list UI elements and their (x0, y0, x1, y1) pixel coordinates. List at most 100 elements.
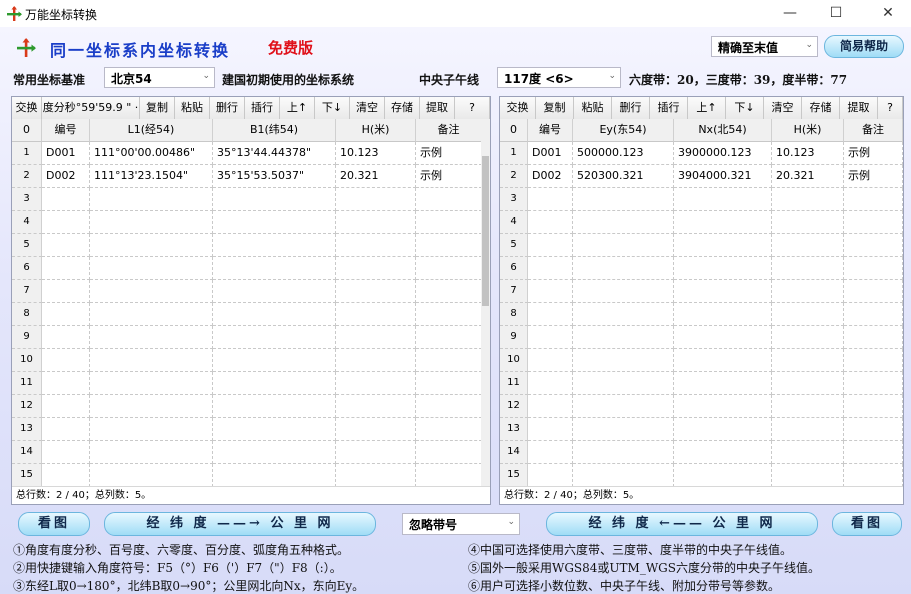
column-header[interactable]: 备注 (416, 119, 482, 142)
table-row[interactable]: 8 (500, 303, 903, 326)
table-row[interactable]: 3 (500, 188, 903, 211)
column-header[interactable]: L1(经54) (90, 119, 213, 142)
table-cell[interactable] (844, 280, 903, 303)
row-number[interactable]: 6 (500, 257, 528, 280)
table-cell[interactable] (772, 372, 844, 395)
table-cell[interactable] (844, 234, 903, 257)
right-tool-8[interactable]: 存储 (802, 97, 840, 119)
row-number[interactable]: 13 (12, 418, 42, 441)
table-cell[interactable] (42, 257, 90, 280)
table-cell[interactable] (674, 349, 772, 372)
left-tool-11[interactable]: ? (455, 97, 490, 119)
table-cell[interactable] (416, 257, 482, 280)
table-cell[interactable] (844, 349, 903, 372)
table-cell[interactable] (674, 326, 772, 349)
table-cell[interactable]: 111°00'00.00486" (90, 142, 213, 165)
table-cell[interactable] (90, 280, 213, 303)
table-cell[interactable] (416, 372, 482, 395)
table-cell[interactable] (213, 303, 336, 326)
table-cell[interactable] (573, 257, 674, 280)
row-number[interactable]: 8 (500, 303, 528, 326)
table-cell[interactable] (573, 280, 674, 303)
column-header[interactable]: H(米) (772, 119, 844, 142)
column-header[interactable]: H(米) (336, 119, 416, 142)
table-cell[interactable] (528, 441, 573, 464)
table-cell[interactable] (772, 188, 844, 211)
left-scrollbar[interactable] (481, 119, 490, 486)
row-number[interactable]: 15 (500, 464, 528, 487)
table-cell[interactable] (772, 441, 844, 464)
table-cell[interactable] (772, 418, 844, 441)
column-header[interactable]: 备注 (844, 119, 903, 142)
table-row[interactable]: 3 (12, 188, 482, 211)
left-tool-9[interactable]: 存储 (385, 97, 420, 119)
table-cell[interactable] (416, 441, 482, 464)
latlon-to-grid-button[interactable]: 经 纬 度 ——→ 公 里 网 (104, 512, 376, 536)
right-tool-10[interactable]: ? (878, 97, 903, 119)
table-cell[interactable] (90, 234, 213, 257)
table-cell[interactable] (213, 211, 336, 234)
table-cell[interactable] (844, 211, 903, 234)
table-cell[interactable]: 10.123 (772, 142, 844, 165)
table-cell[interactable] (844, 441, 903, 464)
table-cell[interactable] (772, 257, 844, 280)
table-cell[interactable]: 示例 (844, 142, 903, 165)
table-cell[interactable] (416, 188, 482, 211)
table-cell[interactable] (528, 418, 573, 441)
table-cell[interactable] (416, 464, 482, 487)
table-cell[interactable] (573, 372, 674, 395)
table-cell[interactable] (42, 464, 90, 487)
table-cell[interactable]: 示例 (416, 165, 482, 188)
table-cell[interactable] (573, 464, 674, 487)
table-row[interactable]: 11 (500, 372, 903, 395)
table-cell[interactable] (336, 464, 416, 487)
table-row[interactable]: 2 D002 111°13'23.1504" 35°15'53.5037" 20.321… (12, 165, 482, 188)
view-map-left-button[interactable]: 看图 (18, 512, 90, 536)
table-row[interactable]: 7 (500, 280, 903, 303)
table-cell[interactable] (772, 303, 844, 326)
table-cell[interactable] (573, 418, 674, 441)
table-cell[interactable] (213, 280, 336, 303)
table-cell[interactable] (528, 349, 573, 372)
table-row[interactable]: 10 (12, 349, 482, 372)
left-tool-0[interactable]: 交换 (12, 97, 42, 119)
table-cell[interactable] (416, 303, 482, 326)
table-cell[interactable] (528, 303, 573, 326)
table-cell[interactable] (336, 234, 416, 257)
left-tool-2[interactable]: 复制 (140, 97, 175, 119)
table-cell[interactable] (528, 395, 573, 418)
table-row[interactable]: 12 (500, 395, 903, 418)
table-cell[interactable] (336, 418, 416, 441)
table-cell[interactable] (772, 349, 844, 372)
table-cell[interactable] (674, 303, 772, 326)
column-header[interactable]: Nx(北54) (674, 119, 772, 142)
table-cell[interactable] (42, 418, 90, 441)
table-row[interactable]: 13 (12, 418, 482, 441)
column-header[interactable]: B1(纬54) (213, 119, 336, 142)
row-number[interactable]: 13 (500, 418, 528, 441)
table-cell[interactable]: 示例 (416, 142, 482, 165)
table-cell[interactable] (573, 326, 674, 349)
table-cell[interactable] (336, 326, 416, 349)
table-cell[interactable] (90, 395, 213, 418)
grid-to-latlon-button[interactable]: 经 纬 度 ←—— 公 里 网 (546, 512, 818, 536)
table-cell[interactable]: 500000.123 (573, 142, 674, 165)
table-cell[interactable] (213, 257, 336, 280)
table-cell[interactable]: 示例 (844, 165, 903, 188)
table-row[interactable]: 4 (12, 211, 482, 234)
ignore-zone-select[interactable]: 忽略带号 ⌄ (402, 513, 520, 535)
table-cell[interactable] (772, 280, 844, 303)
table-cell[interactable] (90, 303, 213, 326)
left-scroll-thumb[interactable] (482, 156, 489, 306)
table-cell[interactable] (573, 441, 674, 464)
table-cell[interactable] (844, 303, 903, 326)
table-cell[interactable] (844, 464, 903, 487)
table-cell[interactable] (42, 211, 90, 234)
table-row[interactable]: 14 (500, 441, 903, 464)
left-tool-3[interactable]: 粘贴 (175, 97, 210, 119)
table-row[interactable]: 8 (12, 303, 482, 326)
right-tool-4[interactable]: 插行 (650, 97, 688, 119)
table-row[interactable]: 1 D001 111°00'00.00486" 35°13'44.44378" 10.1… (12, 142, 482, 165)
right-tool-2[interactable]: 粘贴 (574, 97, 612, 119)
table-cell[interactable] (674, 257, 772, 280)
